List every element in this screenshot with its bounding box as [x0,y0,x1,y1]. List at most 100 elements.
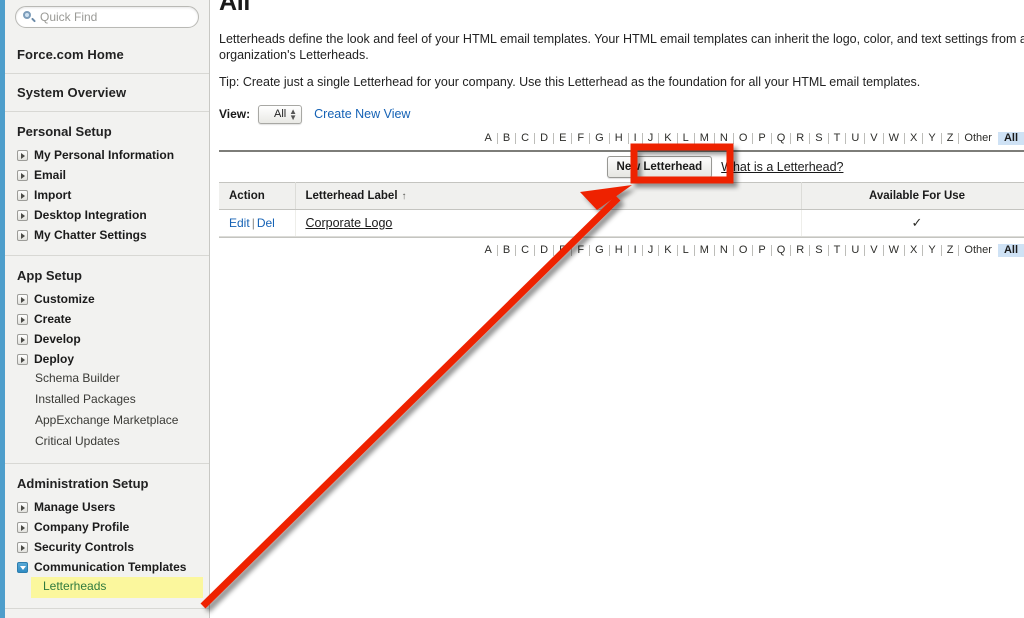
alpha-index-letter-D[interactable]: D [535,245,555,256]
column-header-action[interactable]: Action [219,182,296,210]
twisty-collapsed-icon[interactable] [17,169,28,181]
sidebar-item-schema-builder[interactable]: Schema Builder [5,369,209,390]
alpha-index-letter-V[interactable]: V [865,245,884,256]
twisty-expanded-icon[interactable] [17,561,28,573]
twisty-collapsed-icon[interactable] [17,541,28,553]
alpha-index-letter-C[interactable]: C [516,245,536,256]
alpha-index-letter-F[interactable]: F [572,133,591,144]
sidebar-item-desktop-integration[interactable]: Desktop Integration [5,205,209,225]
sidebar-item-installed-packages[interactable]: Installed Packages [5,390,209,411]
sidebar-item-security-controls[interactable]: Security Controls [5,537,209,557]
new-letterhead-button[interactable]: New Letterhead [606,156,713,178]
sidebar-item-deploy[interactable]: Deploy [5,349,209,369]
sidebar-item-communication-templates[interactable]: Communication Templates [5,557,209,577]
alpha-index-letter-O[interactable]: O [734,133,754,144]
alpha-index-letter-S[interactable]: S [810,245,829,256]
alpha-index-letter-P[interactable]: P [753,133,772,144]
alpha-index-letter-B[interactable]: B [498,245,517,256]
alpha-index-other[interactable]: Other [959,133,998,144]
alpha-index-all[interactable]: All [997,132,1024,145]
view-select[interactable]: All ▲ ▼ [258,104,303,124]
alpha-index-letter-I[interactable]: I [629,245,643,256]
alpha-index-letter-P[interactable]: P [753,245,772,256]
alpha-index-letter-A[interactable]: A [480,245,498,256]
twisty-collapsed-icon[interactable] [17,333,28,345]
alpha-index-letter-E[interactable]: E [554,245,573,256]
twisty-collapsed-icon[interactable] [17,353,28,365]
sidebar-item-my-personal-information[interactable]: My Personal Information [5,145,209,165]
alpha-index-letter-A[interactable]: A [480,133,498,144]
alpha-index-letter-K[interactable]: K [659,133,678,144]
sidebar-item-company-profile[interactable]: Company Profile [5,517,209,537]
alpha-index-letter-O[interactable]: O [734,245,754,256]
what-is-a-letterhead-link[interactable]: What is a Letterhead? [721,160,843,174]
alpha-index-letter-I[interactable]: I [629,133,643,144]
letterhead-label-link[interactable]: Corporate Logo [306,216,393,230]
alpha-index-letter-G[interactable]: G [590,133,610,144]
create-new-view-link[interactable]: Create New View [314,107,410,121]
alpha-index-letter-S[interactable]: S [810,133,829,144]
twisty-collapsed-icon[interactable] [17,501,28,513]
sidebar-item-create[interactable]: Create [5,309,209,329]
twisty-collapsed-icon[interactable] [17,209,28,221]
alpha-index-letter-N[interactable]: N [715,133,734,144]
delete-link[interactable]: Del [257,216,275,230]
alpha-index-letter-Y[interactable]: Y [923,133,942,144]
column-header-available-for-use[interactable]: Available For Use [801,182,1024,210]
alpha-index-letter-Q[interactable]: Q [772,133,792,144]
alpha-index-letter-X[interactable]: X [905,133,924,144]
sidebar-item-manage-users[interactable]: Manage Users [5,497,209,517]
twisty-collapsed-icon[interactable] [17,313,28,325]
sidebar-item-email[interactable]: Email [5,165,209,185]
alpha-index-letter-H[interactable]: H [610,133,629,144]
alpha-index-letter-Q[interactable]: Q [772,245,792,256]
twisty-collapsed-icon[interactable] [17,149,28,161]
alpha-index-letter-L[interactable]: L [678,133,695,144]
alpha-index-letter-N[interactable]: N [715,245,734,256]
alpha-index-letter-Y[interactable]: Y [923,245,942,256]
alpha-index-letter-R[interactable]: R [791,133,811,144]
sidebar-item-import[interactable]: Import [5,185,209,205]
alpha-index-letter-E[interactable]: E [554,133,573,144]
alpha-index-letter-W[interactable]: W [884,245,905,256]
alpha-index-letter-Z[interactable]: Z [942,133,960,144]
alpha-index-other[interactable]: Other [959,245,998,256]
alpha-index-letter-R[interactable]: R [791,245,811,256]
sidebar-item-appexchange-marketplace[interactable]: AppExchange Marketplace [5,411,209,432]
sidebar-item-customize[interactable]: Customize [5,289,209,309]
alpha-index-letter-X[interactable]: X [905,245,924,256]
alpha-index-letter-U[interactable]: U [846,245,866,256]
alpha-index-letter-Z[interactable]: Z [942,245,960,256]
alpha-index-letter-B[interactable]: B [498,133,517,144]
alpha-index-letter-T[interactable]: T [829,245,847,256]
alpha-index-letter-T[interactable]: T [829,133,847,144]
quick-find-input[interactable]: Quick Find [15,6,199,28]
alpha-index-letter-G[interactable]: G [590,245,610,256]
twisty-collapsed-icon[interactable] [17,229,28,241]
alpha-index-letter-M[interactable]: M [695,245,715,256]
alpha-index-letter-K[interactable]: K [659,245,678,256]
alpha-index-letter-W[interactable]: W [884,133,905,144]
sidebar-item-develop[interactable]: Develop [5,329,209,349]
alpha-index-letter-L[interactable]: L [678,245,695,256]
alpha-index-letter-V[interactable]: V [865,133,884,144]
alpha-index-letter-J[interactable]: J [643,245,660,256]
alpha-index-letter-H[interactable]: H [610,245,629,256]
sidebar-item-system-overview[interactable]: System Overview [5,74,209,112]
alpha-index-letter-M[interactable]: M [695,133,715,144]
twisty-collapsed-icon[interactable] [17,521,28,533]
alpha-index-letter-J[interactable]: J [643,133,660,144]
alpha-index-letter-F[interactable]: F [572,245,591,256]
alpha-index-letter-U[interactable]: U [846,133,866,144]
sidebar-item-force-home[interactable]: Force.com Home [5,36,209,74]
sidebar-item-my-chatter-settings[interactable]: My Chatter Settings [5,225,209,245]
edit-link[interactable]: Edit [229,216,250,230]
column-header-letterhead-label[interactable]: Letterhead Label ↑ [295,182,802,210]
alpha-index-all[interactable]: All [997,244,1024,257]
alpha-index-letter-C[interactable]: C [516,133,536,144]
sidebar-item-critical-updates[interactable]: Critical Updates [5,432,209,453]
twisty-collapsed-icon[interactable] [17,189,28,201]
twisty-collapsed-icon[interactable] [17,293,28,305]
alpha-index-letter-D[interactable]: D [535,133,555,144]
sidebar-item-letterheads[interactable]: Letterheads [31,577,203,598]
